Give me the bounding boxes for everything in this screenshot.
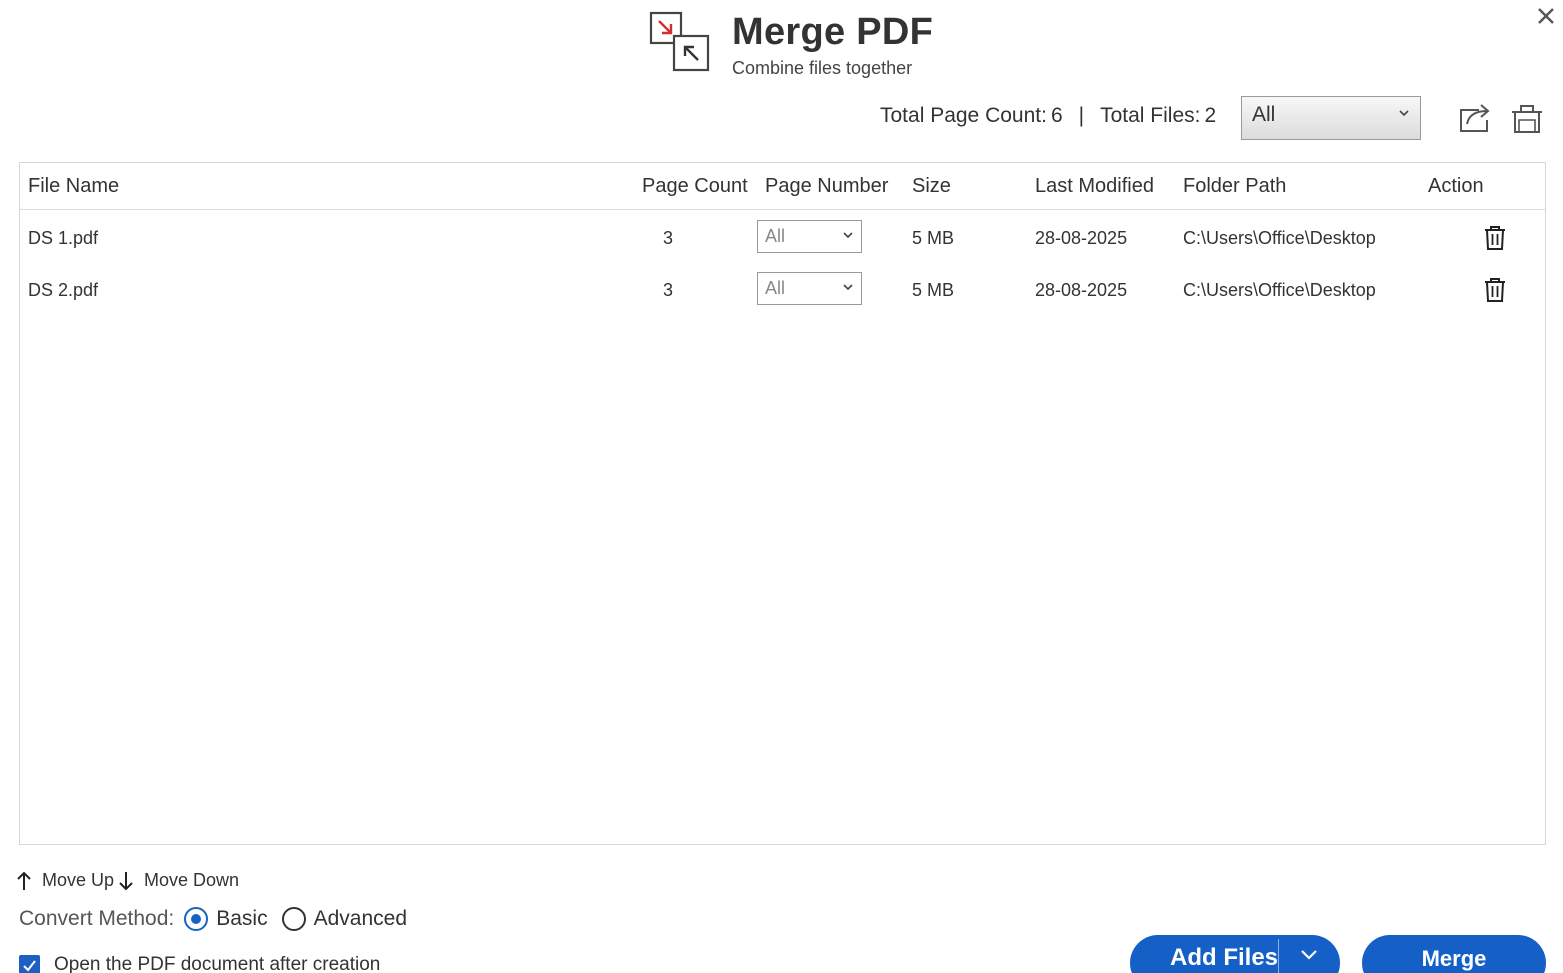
close-icon[interactable] — [1534, 4, 1558, 28]
total-files-label: Total Files: — [1100, 104, 1201, 127]
move-down-button[interactable]: Move Down — [118, 870, 239, 891]
move-up-button[interactable]: Move Up — [16, 870, 114, 891]
dialog-subtitle: Combine files together — [732, 58, 913, 78]
totals-separator: | — [1078, 104, 1085, 127]
move-controls: Move Up Move Down — [16, 870, 239, 891]
col-page-number[interactable]: Page Number — [765, 175, 888, 198]
move-up-label: Move Up — [42, 870, 115, 890]
col-action: Action — [1428, 175, 1484, 197]
add-files-button[interactable]: Add Files — [1130, 935, 1278, 972]
trash-icon[interactable] — [1483, 225, 1507, 251]
page-count-cell: 3 — [663, 228, 674, 248]
open-after-creation-checkbox[interactable] — [19, 954, 40, 973]
col-size[interactable]: Size — [912, 175, 951, 198]
merge-button[interactable]: Merge — [1362, 935, 1546, 973]
col-page-count[interactable]: Page Count — [642, 175, 748, 198]
chevron-down-icon — [843, 232, 853, 239]
file-name-cell: DS 1.pdf — [28, 228, 99, 248]
page-number-value: All — [765, 226, 786, 246]
radio-advanced[interactable]: Advanced — [281, 907, 408, 931]
arrow-up-icon — [17, 871, 31, 890]
convert-method-group: Convert Method: Basic Advanced — [19, 907, 407, 931]
col-last-modified[interactable]: Last Modified — [1035, 175, 1154, 198]
table-header: File Name Page Count Page Number Size La… — [20, 163, 1545, 210]
total-page-count-value: 6 — [1050, 104, 1063, 127]
arrow-down-icon — [119, 871, 133, 890]
filter-selected-value: All — [1252, 103, 1276, 126]
radio-basic-indicator — [184, 907, 209, 931]
radio-basic-label: Basic — [216, 907, 268, 930]
radio-basic[interactable]: Basic — [184, 907, 268, 931]
title-block: Merge PDF Combine files together — [732, 10, 933, 80]
filter-dropdown[interactable]: All — [1241, 96, 1421, 140]
file-name-cell: DS 2.pdf — [28, 280, 99, 300]
merge-arrows-icon — [649, 11, 710, 72]
size-cell: 5 MB — [912, 228, 955, 248]
open-after-creation-option[interactable]: Open the PDF document after creation — [19, 954, 380, 973]
chevron-down-icon — [1399, 110, 1409, 117]
convert-method-label: Convert Method: — [19, 907, 175, 930]
trash-icon[interactable] — [1483, 277, 1507, 303]
table-row[interactable]: DS 2.pdf 3 All 5 MB 28-08-2025 C:\Users\… — [20, 265, 1545, 317]
merge-pdf-dialog: Merge PDF Combine files together Total P… — [0, 0, 1563, 973]
folder-path-cell: C:\Users\Office\Desktop — [1183, 228, 1376, 248]
col-folder-path[interactable]: Folder Path — [1183, 175, 1286, 198]
radio-advanced-indicator — [281, 907, 306, 931]
totals-summary: Total Page Count: 6 | Total Files: 2 — [880, 104, 1216, 128]
total-files-value: 2 — [1204, 104, 1217, 127]
add-files-split-button: Add Files — [1130, 935, 1340, 973]
file-table: File Name Page Count Page Number Size La… — [19, 162, 1546, 845]
folder-path-cell: C:\Users\Office\Desktop — [1183, 280, 1376, 300]
chevron-down-icon — [843, 284, 853, 291]
move-down-label: Move Down — [144, 870, 240, 890]
total-page-count-label: Total Page Count: — [880, 104, 1047, 127]
page-number-value: All — [765, 278, 786, 298]
add-files-dropdown-button[interactable] — [1279, 935, 1339, 973]
col-file-name[interactable]: File Name — [28, 175, 119, 198]
last-modified-cell: 28-08-2025 — [1035, 280, 1128, 300]
clear-all-icon[interactable] — [1510, 100, 1544, 134]
last-modified-cell: 28-08-2025 — [1035, 228, 1128, 248]
checkmark-icon — [23, 959, 36, 972]
dialog-header: Merge PDF Combine files together — [648, 10, 933, 78]
table-row[interactable]: DS 1.pdf 3 All 5 MB 28-08-2025 C:\Users\… — [20, 213, 1545, 265]
size-cell: 5 MB — [912, 280, 955, 300]
page-number-dropdown[interactable]: All — [757, 220, 862, 253]
chevron-down-icon — [1301, 950, 1317, 960]
radio-advanced-label: Advanced — [313, 907, 408, 930]
share-icon[interactable] — [1457, 100, 1493, 134]
open-after-creation-label: Open the PDF document after creation — [54, 954, 381, 973]
page-number-dropdown[interactable]: All — [757, 272, 862, 305]
dialog-title: Merge PDF — [732, 11, 934, 53]
page-count-cell: 3 — [663, 280, 674, 300]
